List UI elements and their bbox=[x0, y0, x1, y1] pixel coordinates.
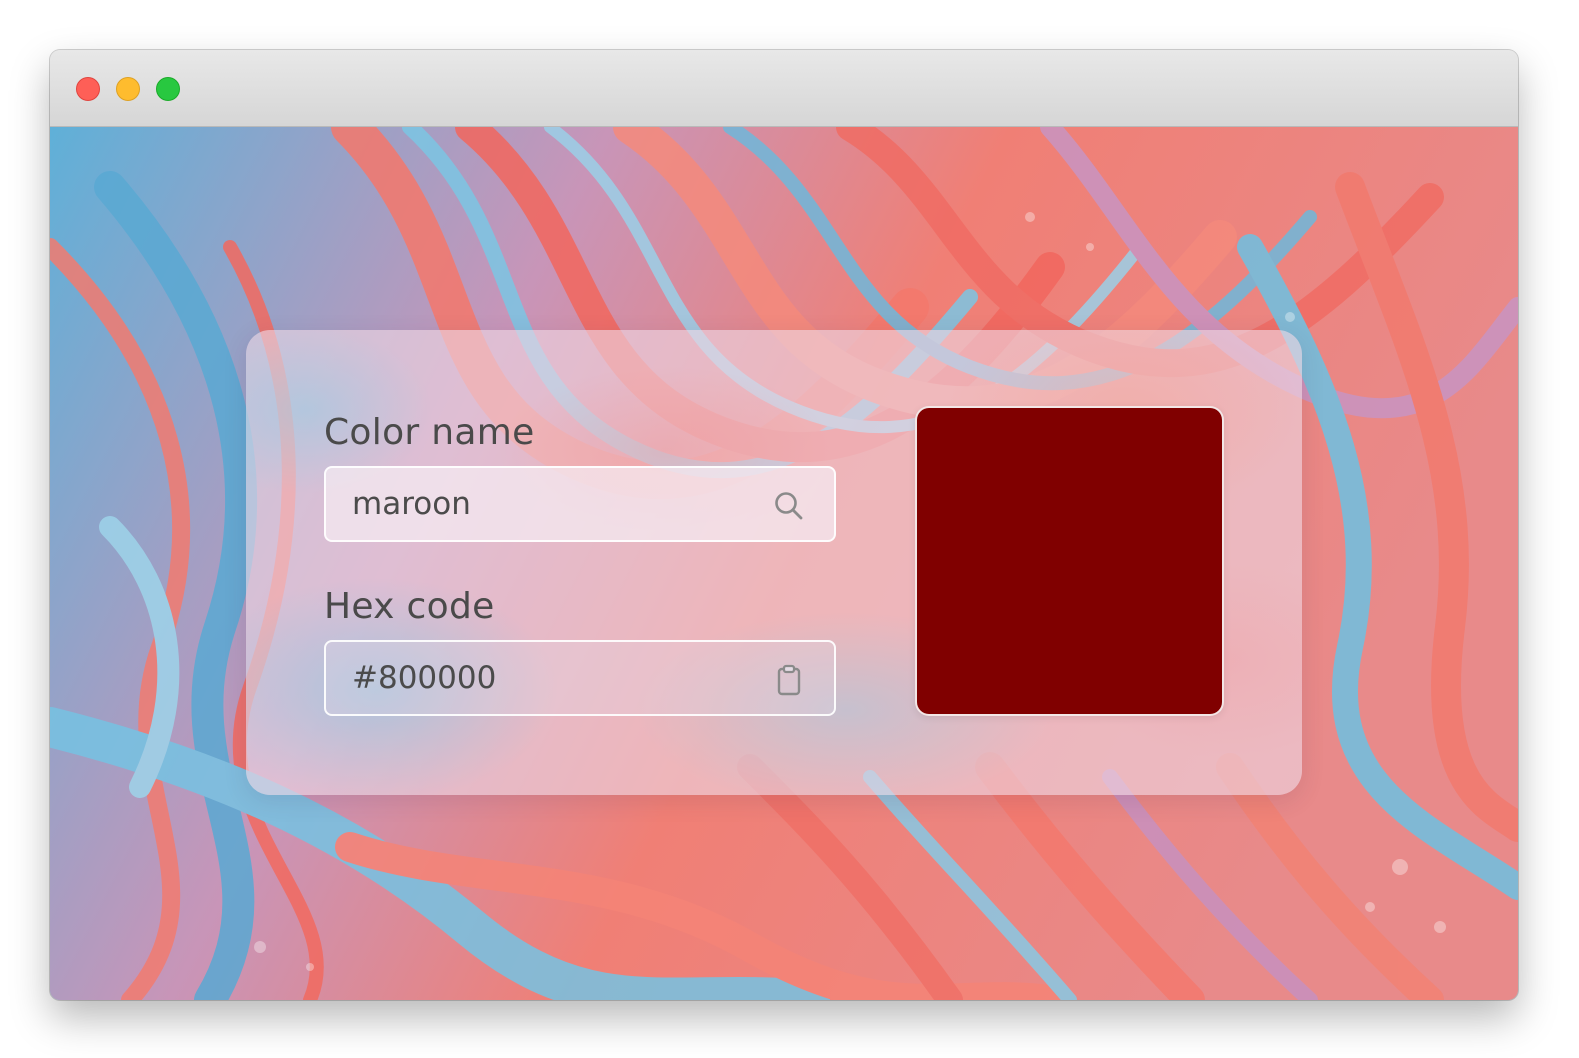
hex-code-input[interactable] bbox=[352, 642, 732, 714]
title-bar bbox=[50, 50, 1518, 127]
clipboard-icon[interactable] bbox=[772, 663, 806, 697]
color-converter-card: Color name Hex code bbox=[246, 330, 1302, 795]
color-name-field[interactable] bbox=[324, 466, 836, 542]
zoom-window-button[interactable] bbox=[156, 77, 180, 101]
minimize-window-button[interactable] bbox=[116, 77, 140, 101]
color-name-input[interactable] bbox=[352, 468, 732, 540]
app-window: Color name Hex code bbox=[50, 50, 1518, 1000]
app-content: Color name Hex code bbox=[50, 127, 1518, 1000]
search-icon[interactable] bbox=[772, 489, 806, 523]
hex-code-field[interactable] bbox=[324, 640, 836, 716]
close-window-button[interactable] bbox=[76, 77, 100, 101]
color-name-label: Color name bbox=[324, 412, 535, 453]
hex-code-label: Hex code bbox=[324, 586, 495, 627]
color-preview-swatch bbox=[915, 406, 1224, 716]
